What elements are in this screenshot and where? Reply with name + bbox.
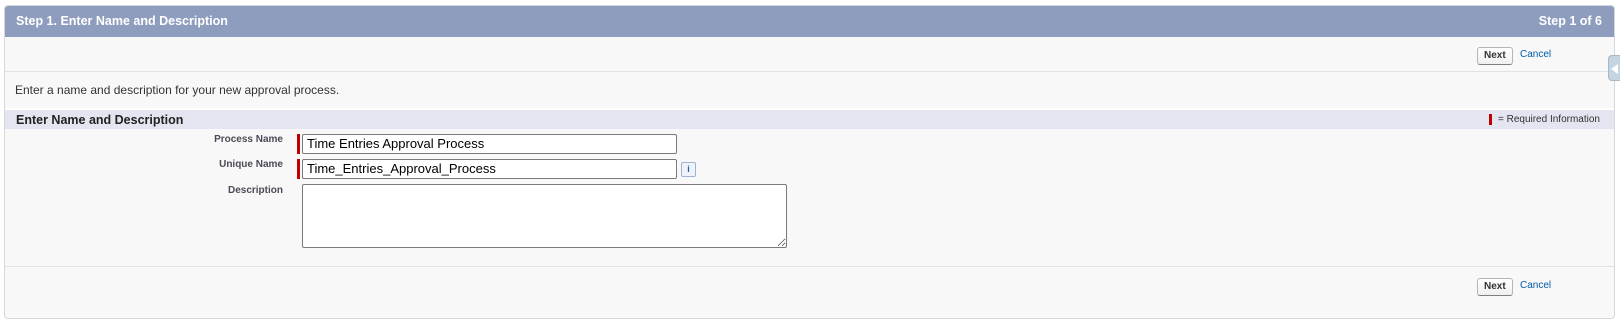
wizard-header: Step 1. Enter Name and Description Step … [5, 6, 1614, 37]
description-label: Description [227, 185, 283, 196]
cancel-link-top[interactable]: Cancel [1520, 49, 1551, 60]
intro-text: Enter a name and description for your ne… [15, 83, 340, 97]
section-title: Enter Name and Description [16, 113, 184, 127]
page-title: Step 1. Enter Name and Description [16, 14, 228, 28]
collapse-arrow-icon [1611, 64, 1618, 74]
process-name-label: Process Name [214, 134, 283, 145]
process-name-input[interactable]: Time Entries Approval Process [302, 134, 677, 154]
info-icon[interactable]: i [681, 162, 696, 177]
required-information-text: = Required Information [1497, 114, 1600, 125]
unique-name-required-marker [297, 159, 300, 179]
description-textarea[interactable] [302, 184, 787, 248]
process-name-required-marker [297, 134, 300, 154]
next-button-bottom[interactable]: Next [1477, 278, 1513, 296]
unique-name-label: Unique Name [219, 159, 283, 170]
next-button-top[interactable]: Next [1477, 47, 1513, 65]
wizard-panel: Step 1. Enter Name and Description Step … [4, 5, 1615, 319]
required-information-legend: = Required Information [1488, 114, 1600, 125]
divider [5, 71, 1614, 72]
section-header: Enter Name and Description = Required In… [5, 108, 1614, 129]
required-marker-icon [1488, 114, 1492, 125]
collapse-tab[interactable] [1608, 55, 1620, 81]
step-indicator: Step 1 of 6 [1538, 14, 1602, 28]
divider [5, 266, 1614, 267]
cancel-link-bottom[interactable]: Cancel [1520, 280, 1551, 291]
unique-name-input[interactable]: Time_Entries_Approval_Process [302, 159, 677, 179]
